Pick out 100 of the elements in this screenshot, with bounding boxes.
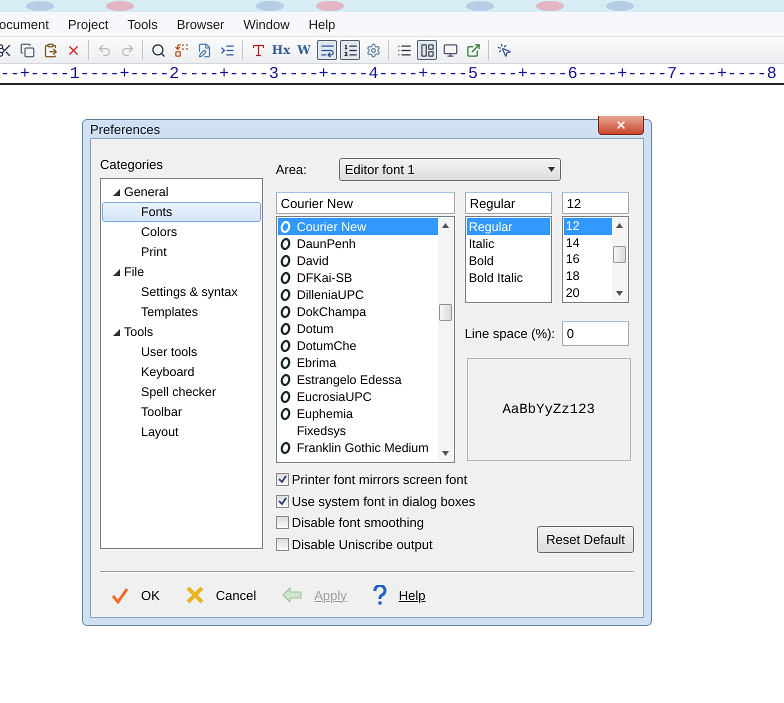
caret-icon — [548, 166, 555, 172]
truetype-icon — [280, 390, 291, 402]
tree-item[interactable]: Toolbar — [102, 402, 261, 422]
truetype-icon — [280, 220, 291, 232]
option-checkbox[interactable]: Disable Uniscribe output — [276, 534, 476, 555]
scroll-thumb[interactable] — [612, 246, 626, 263]
menu-item[interactable]: Project — [68, 16, 118, 32]
reset-default-button[interactable]: Reset Default — [537, 526, 634, 553]
tree-item[interactable]: Colors — [102, 222, 261, 242]
font-item[interactable]: DFKai-SB — [278, 269, 438, 286]
expander-icon[interactable] — [113, 188, 120, 196]
truetype-icon — [280, 288, 291, 300]
menu-item[interactable]: Help — [308, 16, 344, 32]
size-item[interactable]: 14 — [564, 234, 612, 252]
area-dropdown[interactable]: Editor font 1 — [338, 158, 561, 180]
option-checkbox[interactable]: Use system font in dialog boxes — [276, 490, 476, 512]
font-item[interactable]: DilleniaUPC — [278, 286, 438, 303]
truetype-icon — [280, 408, 291, 420]
tree-item[interactable]: File — [102, 262, 261, 282]
dialog-button[interactable]: Cancel — [186, 586, 256, 604]
area-label: Area: — [276, 162, 308, 176]
line-space-field[interactable]: 0 — [562, 321, 629, 346]
font-item[interactable]: David — [278, 252, 438, 269]
size-item[interactable]: 16 — [564, 251, 612, 268]
checkbox[interactable] — [276, 494, 289, 508]
word-wrap-icon[interactable] — [317, 40, 337, 60]
categories-label: Categories — [100, 157, 164, 172]
truetype-icon — [280, 322, 291, 334]
font-item[interactable]: Ebrima — [278, 354, 438, 371]
option-checkbox[interactable]: Disable font smoothing — [276, 512, 476, 534]
option-checkbox[interactable]: Printer font mirrors screen font — [276, 469, 476, 490]
font-item[interactable]: DotumChe — [278, 337, 438, 354]
font-item[interactable]: DokChampa — [278, 303, 438, 320]
left-arrow-icon — [282, 587, 302, 603]
check-icon — [278, 496, 287, 506]
truetype-icon — [280, 374, 291, 386]
font-preview: AaBbYyZz123 — [466, 358, 631, 461]
menu-item[interactable]: Window — [243, 16, 299, 32]
menu-item[interactable]: Browser — [176, 16, 234, 32]
font-item[interactable]: Franklin Gothic Medium — [278, 439, 438, 456]
close-icon — [615, 118, 627, 130]
scroll-down-icon[interactable] — [442, 451, 449, 456]
tree-item[interactable]: Tools — [102, 322, 261, 342]
truetype-icon — [280, 272, 291, 284]
tree-item[interactable]: User tools — [102, 342, 261, 362]
tree-item[interactable]: Templates — [102, 302, 261, 322]
font-item[interactable]: EucrosiaUPC — [278, 388, 438, 405]
tree-item[interactable]: Spell checker — [102, 382, 261, 402]
tree-item[interactable]: Keyboard — [102, 362, 261, 382]
font-item[interactable]: Euphemia — [278, 405, 438, 422]
dialog-button[interactable]: OK — [111, 586, 160, 604]
tree-item[interactable]: Fonts — [102, 202, 261, 222]
truetype-icon — [280, 442, 291, 454]
line-space-label: Line space (%): — [464, 326, 556, 341]
checkbox[interactable] — [276, 473, 289, 486]
tree-label[interactable]: File — [124, 265, 144, 279]
scroll-down-icon[interactable] — [616, 291, 623, 296]
tree-item[interactable]: Layout — [102, 422, 261, 442]
font-name-field[interactable]: Courier New — [276, 192, 455, 214]
tree-item[interactable]: General — [102, 182, 261, 202]
font-style-field[interactable]: Regular — [464, 192, 552, 214]
checkbox[interactable] — [276, 516, 289, 530]
check-icon — [278, 475, 287, 484]
toolbar-button[interactable]: Hx — [271, 40, 291, 60]
tree-item[interactable]: Settings & syntax — [102, 282, 261, 302]
dialog-button[interactable]: Help — [372, 585, 426, 605]
scroll-up-icon[interactable] — [442, 223, 449, 228]
size-item[interactable]: 20 — [564, 284, 612, 301]
truetype-icon — [280, 238, 291, 250]
style-item[interactable]: Bold Italic — [466, 269, 550, 286]
question-icon — [372, 585, 387, 605]
font-item[interactable]: DaunPenh — [278, 235, 438, 252]
size-item[interactable]: 18 — [564, 268, 612, 284]
truetype-icon — [280, 340, 291, 352]
truetype-icon — [280, 254, 291, 266]
style-item[interactable]: Bold — [466, 252, 550, 269]
tree-label[interactable]: General — [124, 185, 168, 199]
truetype-icon — [280, 306, 291, 318]
scroll-thumb[interactable] — [438, 304, 452, 321]
tree-label[interactable]: Tools — [124, 325, 154, 339]
font-item[interactable]: Fixedsys — [278, 422, 438, 439]
truetype-icon — [280, 356, 291, 368]
scroll-up-icon[interactable] — [616, 223, 623, 228]
checkbox[interactable] — [276, 538, 289, 551]
font-item[interactable]: Dotum — [278, 320, 438, 337]
font-item[interactable]: Estrangelo Edessa — [278, 371, 438, 388]
close-button[interactable] — [598, 116, 644, 134]
expander-icon[interactable] — [113, 268, 120, 276]
tree-item[interactable]: Print — [102, 242, 261, 262]
ruler: --+----1----+----2----+----3----+----4----+----5----+----6----+----7----+----8 — [0, 66, 784, 85]
layout-icon[interactable] — [417, 40, 437, 60]
numbered-list-icon[interactable] — [340, 40, 360, 60]
expander-icon[interactable] — [113, 328, 120, 336]
cross-icon — [186, 586, 204, 604]
style-item[interactable]: Italic — [466, 235, 550, 252]
font-size-field[interactable]: 12 — [562, 192, 629, 214]
check-icon — [111, 586, 129, 604]
toolbar-button[interactable]: W — [294, 40, 314, 60]
menu-item[interactable]: Tools — [127, 16, 167, 32]
window-title: Preferences — [90, 122, 160, 136]
